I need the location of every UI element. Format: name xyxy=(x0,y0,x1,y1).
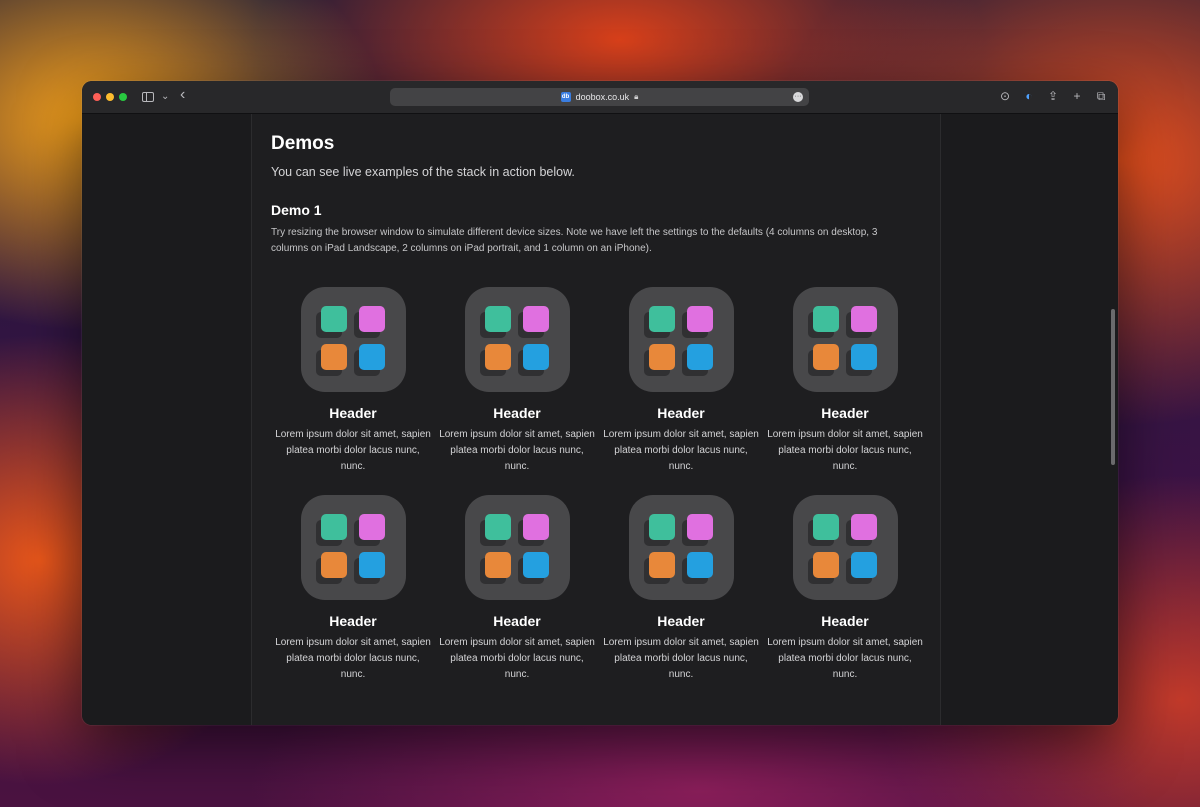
grid-item: Header Lorem ipsum dolor sit amet, sapien… xyxy=(435,287,599,475)
color-tile xyxy=(358,306,385,332)
item-header: Header xyxy=(329,405,377,421)
close-window-button[interactable] xyxy=(93,93,101,101)
content-card: Demos You can see live examples of the s… xyxy=(251,114,941,725)
color-tile xyxy=(850,344,877,370)
item-text: Lorem ipsum dolor sit amet, sapien plate… xyxy=(767,429,923,472)
color-tile xyxy=(686,344,713,370)
demo-grid: Header Lorem ipsum dolor sit amet, sapien… xyxy=(271,287,931,683)
minimize-window-button[interactable] xyxy=(106,93,114,101)
grid-item: Header Lorem ipsum dolor sit amet, sapien… xyxy=(271,495,435,683)
item-header: Header xyxy=(657,613,705,629)
color-tile xyxy=(812,514,839,540)
color-tile xyxy=(686,514,713,540)
app-grid-icon xyxy=(792,495,898,600)
color-tile xyxy=(812,552,839,578)
demo-description: Try resizing the browser window to simul… xyxy=(271,227,878,254)
intro-text: You can see live examples of the stack i… xyxy=(271,165,575,179)
color-tile xyxy=(320,344,347,370)
color-tile xyxy=(484,344,511,370)
grid-item: Header Lorem ipsum dolor sit amet, sapien… xyxy=(271,287,435,475)
grid-item: Header Lorem ipsum dolor sit amet, sapien… xyxy=(599,287,763,475)
color-tile xyxy=(484,306,511,332)
item-header: Header xyxy=(329,613,377,629)
address-bar[interactable]: db doobox.co.uk 🔒︎ ··· xyxy=(390,88,809,106)
color-tile xyxy=(648,514,675,540)
item-header: Header xyxy=(493,405,541,421)
url-text: doobox.co.uk xyxy=(575,92,630,102)
item-text: Lorem ipsum dolor sit amet, sapien plate… xyxy=(603,637,759,680)
browser-window: ⌄ ‹ db doobox.co.uk 🔒︎ ··· ⊙ ◐ ⇪ + ⧉ Dem… xyxy=(82,81,1118,725)
color-tile xyxy=(648,306,675,332)
color-tile xyxy=(812,344,839,370)
grid-item: Header Lorem ipsum dolor sit amet, sapien… xyxy=(763,287,927,475)
color-tile xyxy=(812,306,839,332)
color-tile xyxy=(850,306,877,332)
item-header: Header xyxy=(493,613,541,629)
grid-item: Header Lorem ipsum dolor sit amet, sapien… xyxy=(763,495,927,683)
web-content: Demos You can see live examples of the s… xyxy=(82,114,1118,725)
color-tile xyxy=(850,552,877,578)
app-grid-icon xyxy=(300,287,406,392)
lock-icon: 🔒︎ xyxy=(634,92,639,101)
plus-icon[interactable]: + xyxy=(1070,89,1084,103)
item-header: Header xyxy=(657,405,705,421)
color-tile xyxy=(850,514,877,540)
color-tile xyxy=(522,344,549,370)
site-favicon: db xyxy=(560,92,571,102)
item-text: Lorem ipsum dolor sit amet, sapien plate… xyxy=(439,637,595,680)
color-tile xyxy=(522,514,549,540)
app-grid-icon xyxy=(628,287,734,392)
page-title: Demos xyxy=(271,133,335,154)
color-tile xyxy=(320,306,347,332)
app-grid-icon xyxy=(628,495,734,600)
zoom-window-button[interactable] xyxy=(119,93,127,101)
color-tile xyxy=(484,552,511,578)
more-icon[interactable]: ··· xyxy=(793,92,803,102)
color-tile xyxy=(686,306,713,332)
app-grid-icon xyxy=(464,495,570,600)
item-text: Lorem ipsum dolor sit amet, sapien plate… xyxy=(275,637,431,680)
grid-item: Header Lorem ipsum dolor sit amet, sapien… xyxy=(435,495,599,683)
app-grid-icon xyxy=(792,287,898,392)
color-tile xyxy=(320,552,347,578)
toolbar-actions: ⊙ ◐ ⇪ + ⧉ xyxy=(998,89,1108,103)
share-icon[interactable]: ⇪ xyxy=(1046,89,1060,103)
color-tile xyxy=(358,344,385,370)
grid-item: Header Lorem ipsum dolor sit amet, sapien… xyxy=(599,495,763,683)
color-tile xyxy=(320,514,347,540)
item-text: Lorem ipsum dolor sit amet, sapien plate… xyxy=(275,429,431,472)
item-text: Lorem ipsum dolor sit amet, sapien plate… xyxy=(603,429,759,472)
extension-icon[interactable]: ◐ xyxy=(1022,89,1036,103)
scrollbar[interactable] xyxy=(1111,309,1115,465)
color-tile xyxy=(686,552,713,578)
app-grid-icon xyxy=(300,495,406,600)
color-tile xyxy=(358,552,385,578)
sidebar-icon[interactable] xyxy=(142,92,154,102)
chevron-down-icon[interactable]: ⌄ xyxy=(161,89,169,105)
item-text: Lorem ipsum dolor sit amet, sapien plate… xyxy=(767,637,923,680)
color-tile xyxy=(358,514,385,540)
item-text: Lorem ipsum dolor sit amet, sapien plate… xyxy=(439,429,595,472)
color-tile xyxy=(522,306,549,332)
app-grid-icon xyxy=(464,287,570,392)
item-header: Header xyxy=(821,613,869,629)
item-header: Header xyxy=(821,405,869,421)
back-icon[interactable]: ‹ xyxy=(180,87,185,103)
color-tile xyxy=(522,552,549,578)
color-tile xyxy=(648,552,675,578)
tabs-icon[interactable]: ⧉ xyxy=(1094,89,1108,103)
demo-title: Demo 1 xyxy=(271,202,322,218)
download-icon[interactable]: ⊙ xyxy=(998,89,1012,103)
color-tile xyxy=(648,344,675,370)
browser-toolbar: ⌄ ‹ db doobox.co.uk 🔒︎ ··· ⊙ ◐ ⇪ + ⧉ xyxy=(82,81,1118,114)
color-tile xyxy=(484,514,511,540)
